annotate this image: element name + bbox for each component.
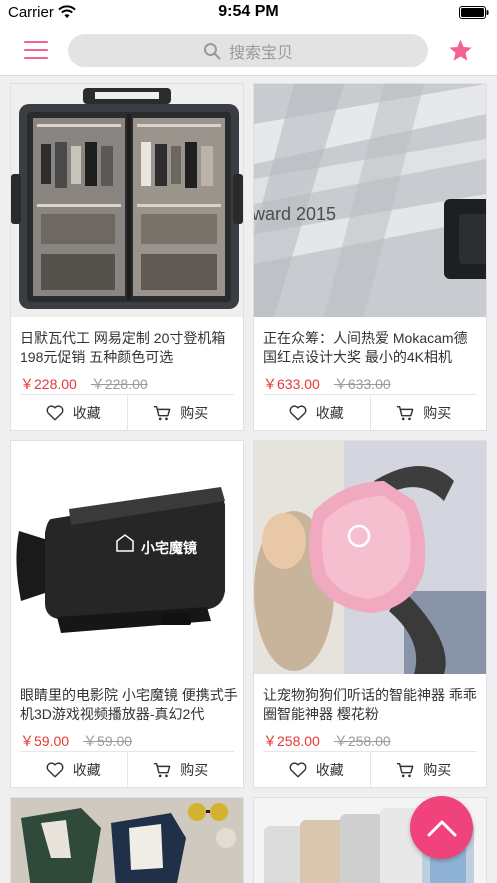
cart-icon	[397, 405, 414, 420]
product-image[interactable]: 小宅魔镜	[11, 441, 243, 674]
original-price: ￥59.00	[83, 733, 133, 749]
favorite-label: 收藏	[315, 761, 344, 778]
search-input[interactable]: 搜索宝贝	[68, 34, 428, 67]
product-card[interactable]	[10, 797, 244, 883]
favorite-button[interactable]: 收藏	[20, 395, 127, 430]
cart-icon	[397, 762, 414, 777]
heart-icon	[289, 404, 307, 420]
price-row: ￥258.00 ￥258.00	[263, 731, 391, 751]
star-icon[interactable]	[448, 38, 473, 63]
camera-image	[254, 84, 486, 317]
buy-button[interactable]: 购买	[369, 395, 478, 430]
buy-label: 购买	[423, 404, 452, 421]
product-price: ￥59.00	[20, 733, 70, 749]
buy-button[interactable]: 购买	[126, 752, 235, 787]
product-image[interactable]: ward 2015	[254, 84, 486, 317]
price-row: ￥59.00 ￥59.00	[20, 731, 132, 751]
product-card[interactable]: 让宠物狗狗们听话的智能神器 乖乖圈智能神器 樱花粉 ￥258.00 ￥258.00…	[253, 440, 487, 788]
original-price: ￥258.00	[333, 733, 391, 749]
cart-icon	[154, 762, 171, 777]
favorite-button[interactable]: 收藏	[263, 752, 370, 787]
back-to-top-button[interactable]	[410, 796, 473, 859]
suitcase-image	[11, 88, 243, 309]
product-title[interactable]: 眼睛里的电影院 小宅魔镜 便携式手机3D游戏视频播放器-真幻2代	[20, 686, 238, 724]
search-placeholder: 搜索宝贝	[228, 44, 293, 62]
product-price: ￥633.00	[263, 376, 320, 392]
favorite-label: 收藏	[72, 761, 101, 778]
vr-headset-image	[16, 487, 225, 633]
card-actions: 收藏 购买	[263, 394, 477, 430]
price-row: ￥633.00 ￥633.00	[263, 374, 391, 394]
product-price: ￥258.00	[263, 733, 320, 749]
favorite-label: 收藏	[72, 404, 101, 421]
original-price: ￥633.00	[333, 376, 391, 392]
product-image[interactable]	[254, 441, 486, 674]
clock: 9:54 PM	[218, 3, 279, 20]
pet-collar-image	[254, 441, 486, 674]
nav-bar: 搜索宝贝	[0, 26, 497, 76]
buy-label: 购买	[180, 404, 209, 421]
product-title[interactable]: 日默瓦代工 网易定制 20寸登机箱198元促销 五种颜色可选	[20, 329, 238, 367]
favorite-label: 收藏	[315, 404, 344, 421]
image-caption: 小宅魔镜	[141, 540, 197, 556]
original-price: ￥228.00	[90, 376, 148, 392]
buy-label: 购买	[180, 761, 209, 778]
battery-icon	[459, 6, 489, 19]
buy-button[interactable]: 购买	[126, 395, 235, 430]
product-image[interactable]	[11, 84, 243, 317]
buy-button[interactable]: 购买	[369, 752, 478, 787]
status-bar: Carrier 9:54 PM	[0, 0, 497, 26]
image-caption: ward 2015	[254, 204, 337, 224]
favorite-button[interactable]: 收藏	[263, 395, 370, 430]
chevron-up-icon	[427, 820, 456, 836]
search-icon	[203, 42, 221, 59]
price-row: ￥228.00 ￥228.00	[20, 374, 148, 394]
heart-icon	[46, 404, 64, 420]
product-title[interactable]: 让宠物狗狗们听话的智能神器 乖乖圈智能神器 樱花粉	[263, 686, 481, 724]
product-price: ￥228.00	[20, 376, 77, 392]
favorite-button[interactable]: 收藏	[20, 752, 127, 787]
card-actions: 收藏 购买	[20, 394, 234, 430]
cart-icon	[154, 405, 171, 420]
product-card[interactable]: ward 2015 正在众筹：人间热爱 Mokacam德国红点设计大奖 最小的4…	[253, 83, 487, 431]
clothing-image	[11, 798, 243, 883]
heart-icon	[46, 761, 64, 777]
card-actions: 收藏 购买	[263, 751, 477, 787]
product-card[interactable]: 日默瓦代工 网易定制 20寸登机箱198元促销 五种颜色可选 ￥228.00 ￥2…	[10, 83, 244, 431]
buy-label: 购买	[423, 761, 452, 778]
product-card[interactable]: 小宅魔镜 眼睛里的电影院 小宅魔镜 便携式手机3D游戏视频播放器-真幻2代 ￥5…	[10, 440, 244, 788]
menu-icon[interactable]	[24, 39, 48, 61]
product-title[interactable]: 正在众筹：人间热爱 Mokacam德国红点设计大奖 最小的4K相机	[263, 329, 481, 367]
card-actions: 收藏 购买	[20, 751, 234, 787]
heart-icon	[289, 761, 307, 777]
